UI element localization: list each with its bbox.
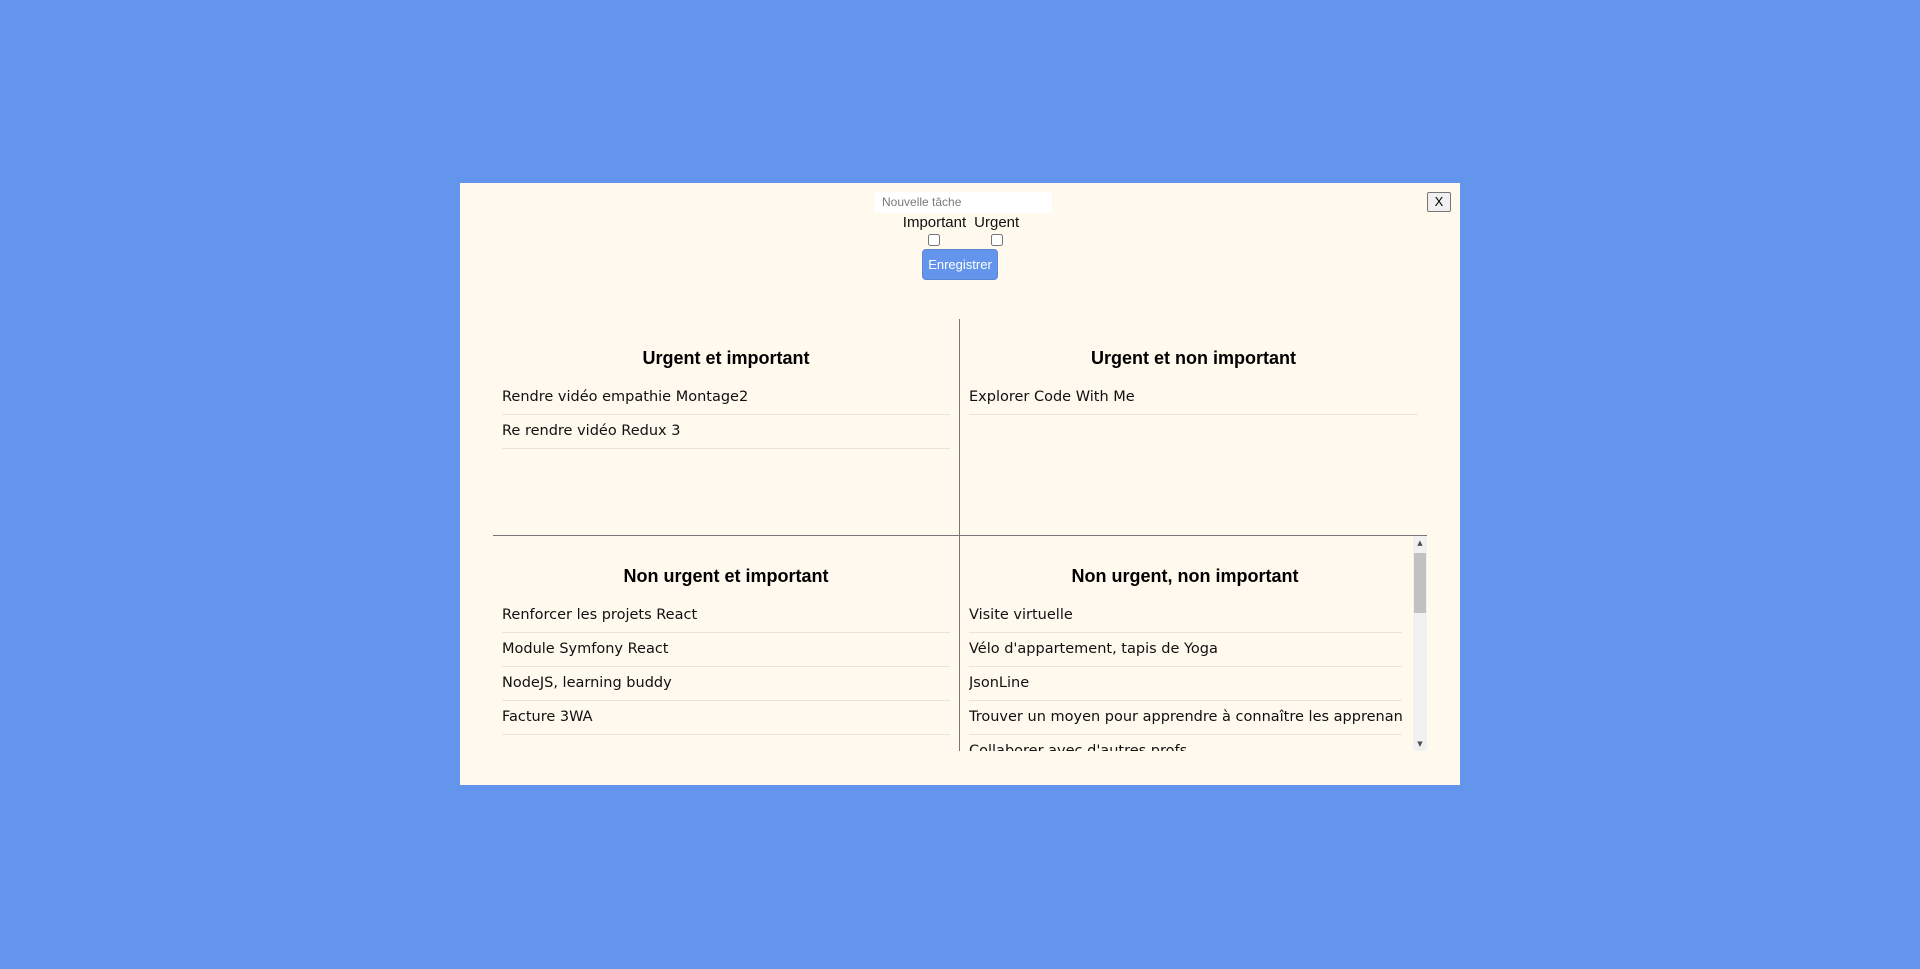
scroll-up-arrow-icon[interactable]: ▲ <box>1413 536 1427 550</box>
task-list: Explorer Code With Me <box>960 381 1427 415</box>
quadrant-urgent-important: Urgent et important Rendre vidéo empathi… <box>493 319 959 535</box>
task-item[interactable]: NodeJS, learning buddy <box>502 667 950 701</box>
new-task-form: Important Urgent Enregistrer <box>460 191 1460 280</box>
new-task-input[interactable] <box>874 191 1052 213</box>
priority-checkboxes: Important Urgent <box>462 214 1460 246</box>
task-item[interactable]: Collaborer avec d'autres profs <box>969 735 1402 751</box>
save-button[interactable]: Enregistrer <box>922 248 998 280</box>
task-list: Rendre vidéo empathie Montage2 Re rendre… <box>493 381 959 449</box>
task-item[interactable]: Visite virtuelle <box>969 599 1402 633</box>
quadrant-not-urgent-important: Non urgent et important Renforcer les pr… <box>493 536 959 751</box>
quadrant-scrollbar[interactable]: ▲ ▼ <box>1413 536 1427 751</box>
urgent-option: Urgent <box>974 214 1019 246</box>
scroll-down-arrow-icon[interactable]: ▼ <box>1413 737 1427 751</box>
task-item[interactable]: Module Symfony React <box>502 633 950 667</box>
quadrant-title: Non urgent, non important <box>1071 566 1299 586</box>
scroll-thumb[interactable] <box>1414 553 1426 613</box>
quadrant-title: Non urgent et important <box>623 566 829 586</box>
quadrant-title: Urgent et non important <box>1091 348 1296 368</box>
quadrant-title: Urgent et important <box>642 348 810 368</box>
task-item[interactable]: JsonLine <box>969 667 1402 701</box>
quadrant-urgent-not-important: Urgent et non important Explorer Code Wi… <box>960 319 1427 535</box>
task-item[interactable]: Re rendre vidéo Redux 3 <box>502 415 950 449</box>
quadrant-not-urgent-not-important: Non urgent, non important Visite virtuel… <box>960 536 1427 751</box>
important-checkbox[interactable] <box>928 233 941 246</box>
task-item[interactable]: Facture 3WA <box>502 701 950 735</box>
task-list: Visite virtuelle Vélo d'appartement, tap… <box>960 599 1427 751</box>
task-item[interactable]: Vélo d'appartement, tapis de Yoga <box>969 633 1402 667</box>
horizontal-divider <box>493 535 1427 536</box>
task-list: Renforcer les projets React Module Symfo… <box>493 599 959 735</box>
urgent-checkbox[interactable] <box>990 233 1003 246</box>
eisenhower-matrix: Urgent et important Rendre vidéo empathi… <box>493 319 1427 751</box>
task-item[interactable]: Renforcer les projets React <box>502 599 950 633</box>
eisenhower-modal: X Important Urgent Enregistrer Urgent et… <box>460 183 1460 785</box>
important-label: Important <box>902 213 967 231</box>
important-option: Important <box>903 214 966 246</box>
urgent-label: Urgent <box>974 213 1020 231</box>
task-item[interactable]: Trouver un moyen pour apprendre à connaî… <box>969 701 1402 735</box>
task-item[interactable]: Rendre vidéo empathie Montage2 <box>502 381 950 415</box>
task-item[interactable]: Explorer Code With Me <box>969 381 1418 415</box>
